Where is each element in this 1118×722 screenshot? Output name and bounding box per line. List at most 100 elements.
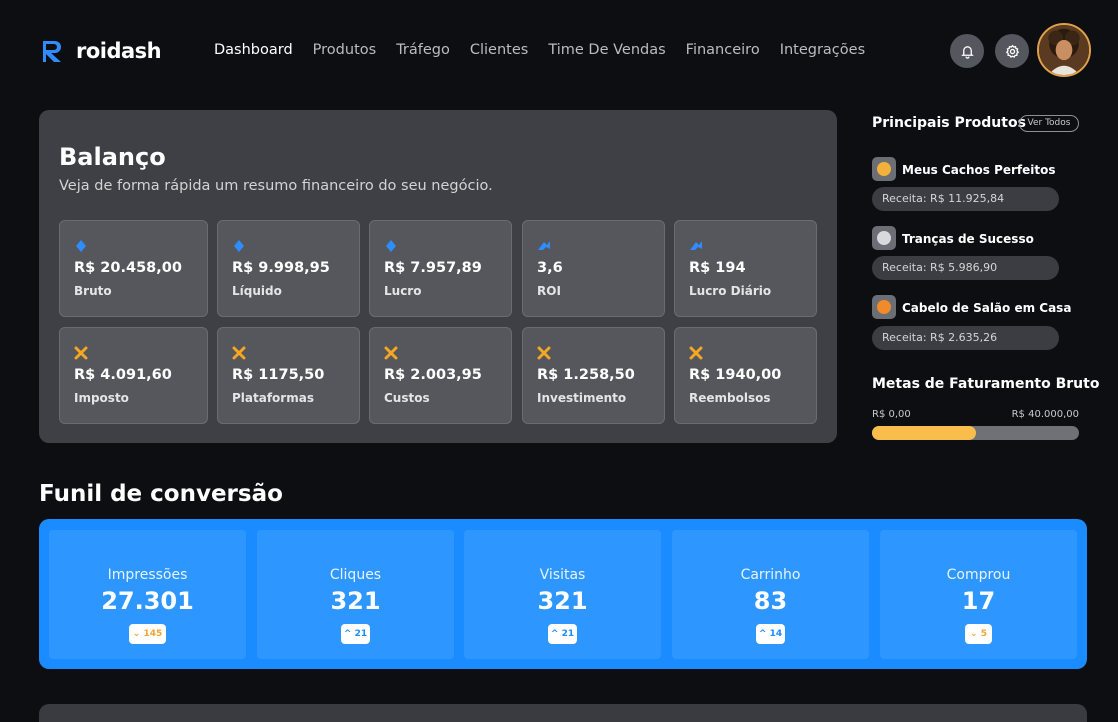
orange-x-icon bbox=[74, 346, 88, 360]
brand-name: roidash bbox=[76, 39, 162, 63]
stat-value: R$ 1.258,50 bbox=[537, 367, 635, 383]
stat-card-reembolsos[interactable]: R$ 1940,00 Reembolsos bbox=[674, 327, 817, 424]
nav-dashboard[interactable]: Dashboard bbox=[214, 42, 293, 58]
blue-diamond-icon bbox=[386, 240, 396, 252]
badge-count: 5 bbox=[980, 629, 987, 639]
funnel-label: Carrinho bbox=[740, 567, 801, 583]
nav-integracoes[interactable]: Integrações bbox=[780, 42, 865, 58]
product-thumbnail bbox=[872, 157, 896, 181]
see-all-button[interactable]: Ver Todos bbox=[1019, 115, 1079, 132]
stat-value: R$ 1940,00 bbox=[689, 367, 782, 383]
stat-label: ROI bbox=[537, 284, 561, 298]
product-revenue: Receita: R$ 11.925,84 bbox=[872, 187, 1059, 211]
funnel-stage-impressoes[interactable]: Impressões 27.301 ⌄ 145 bbox=[49, 530, 246, 659]
stat-card-plataformas[interactable]: R$ 1175,50 Plataformas bbox=[217, 327, 360, 424]
stat-value: R$ 1175,50 bbox=[232, 367, 325, 383]
roidash-logo-icon bbox=[43, 41, 61, 62]
stat-card-roi[interactable]: 3,6 ROI bbox=[522, 220, 665, 317]
user-avatar[interactable] bbox=[1037, 23, 1091, 77]
stat-card-bruto[interactable]: R$ 20.458,00 Bruto bbox=[59, 220, 208, 317]
stat-card-imposto[interactable]: R$ 4.091,60 Imposto bbox=[59, 327, 208, 424]
balance-subtitle: Veja de forma rápida um resumo financeir… bbox=[59, 178, 493, 194]
funnel-stage-cliques[interactable]: Cliques 321 ^ 21 bbox=[257, 530, 454, 659]
orange-x-icon bbox=[537, 346, 551, 360]
stat-label: Líquido bbox=[232, 284, 282, 298]
funnel-value: 27.301 bbox=[101, 587, 194, 615]
blue-arrow-icon bbox=[690, 241, 702, 250]
stat-value: R$ 4.091,60 bbox=[74, 367, 172, 383]
stat-label: Plataformas bbox=[232, 391, 314, 405]
orange-x-icon bbox=[689, 346, 703, 360]
bell-icon bbox=[960, 45, 974, 59]
funnel-badge: ^ 21 bbox=[548, 624, 577, 644]
funnel-value: 321 bbox=[537, 587, 588, 615]
nav-financeiro[interactable]: Financeiro bbox=[686, 42, 760, 58]
goal-max: R$ 40.000,00 bbox=[1011, 409, 1079, 420]
stat-card-investimento[interactable]: R$ 1.258,50 Investimento bbox=[522, 327, 665, 424]
user-photo bbox=[1039, 25, 1089, 75]
funnel-value: 17 bbox=[961, 587, 996, 615]
funnel-badge: ^ 21 bbox=[341, 624, 370, 644]
funnel-badge: ^ 14 bbox=[756, 624, 785, 644]
main-nav: Dashboard Produtos Tráfego Clientes Time… bbox=[214, 42, 865, 58]
product-thumbnail bbox=[872, 226, 896, 250]
gear-icon bbox=[1005, 44, 1019, 58]
funnel-stage-carrinho[interactable]: Carrinho 83 ^ 14 bbox=[672, 530, 869, 659]
stat-value: 3,6 bbox=[537, 260, 563, 276]
funnel-value: 321 bbox=[330, 587, 381, 615]
nav-time-de-vendas[interactable]: Time De Vendas bbox=[548, 42, 665, 58]
stat-value: R$ 194 bbox=[689, 260, 746, 276]
funnel-label: Impressões bbox=[107, 567, 188, 583]
product-name[interactable]: Meus Cachos Perfeitos bbox=[902, 163, 1056, 177]
notifications-button[interactable] bbox=[950, 34, 984, 68]
stat-label: Imposto bbox=[74, 391, 129, 405]
stat-card-custos[interactable]: R$ 2.003,95 Custos bbox=[369, 327, 512, 424]
goal-title: Metas de Faturamento Bruto bbox=[872, 376, 1100, 392]
badge-count: 21 bbox=[354, 629, 368, 639]
balance-title: Balanço bbox=[59, 143, 166, 171]
funnel-label: Visitas bbox=[539, 567, 586, 583]
badge-count: 14 bbox=[769, 629, 783, 639]
balance-panel: Balanço Veja de forma rápida um resumo f… bbox=[39, 110, 837, 443]
top-products-title: Principais Produtos bbox=[872, 115, 1026, 131]
funnel-stage-comprou[interactable]: Comprou 17 ⌄ 5 bbox=[880, 530, 1077, 659]
conversion-funnel: Impressões 27.301 ⌄ 145 Cliques 321 ^ 21… bbox=[39, 519, 1087, 669]
stat-label: Custos bbox=[384, 391, 430, 405]
settings-button[interactable] bbox=[995, 34, 1029, 68]
product-image-icon bbox=[877, 231, 891, 245]
funnel-label: Cliques bbox=[329, 567, 382, 583]
stat-label: Lucro bbox=[384, 284, 422, 298]
stat-card-lucro-diario[interactable]: R$ 194 Lucro Diário bbox=[674, 220, 817, 317]
nav-produtos[interactable]: Produtos bbox=[313, 42, 377, 58]
goal-min: R$ 0,00 bbox=[872, 409, 911, 420]
product-image-icon bbox=[877, 162, 891, 176]
funnel-stage-visitas[interactable]: Visitas 321 ^ 21 bbox=[464, 530, 661, 659]
nav-clientes[interactable]: Clientes bbox=[470, 42, 528, 58]
funnel-value: 83 bbox=[753, 587, 788, 615]
nav-trafego[interactable]: Tráfego bbox=[396, 42, 450, 58]
orange-x-icon bbox=[384, 346, 398, 360]
stat-label: Lucro Diário bbox=[689, 284, 772, 298]
stat-label: Bruto bbox=[74, 284, 112, 298]
funnel-badge: ⌄ 145 bbox=[129, 624, 166, 644]
blue-arrow-icon bbox=[538, 241, 550, 250]
funnel-label: Comprou bbox=[946, 567, 1011, 583]
stat-card-liquido[interactable]: R$ 9.998,95 Líquido bbox=[217, 220, 360, 317]
product-revenue: Receita: R$ 5.986,90 bbox=[872, 256, 1059, 280]
product-name[interactable]: Tranças de Sucesso bbox=[902, 232, 1034, 246]
stat-value: R$ 2.003,95 bbox=[384, 367, 482, 383]
badge-count: 145 bbox=[143, 629, 163, 639]
blue-diamond-icon bbox=[234, 240, 244, 252]
stat-card-lucro[interactable]: R$ 7.957,89 Lucro bbox=[369, 220, 512, 317]
stat-label: Investimento bbox=[537, 391, 627, 405]
next-section-panel bbox=[39, 704, 1087, 722]
funnel-title: Funil de conversão bbox=[39, 481, 283, 507]
orange-x-icon bbox=[232, 346, 246, 360]
product-revenue: Receita: R$ 2.635,26 bbox=[872, 326, 1059, 350]
product-name[interactable]: Cabelo de Salão em Casa bbox=[902, 301, 1071, 315]
badge-count: 21 bbox=[561, 629, 575, 639]
goal-progress-bar bbox=[872, 426, 1079, 440]
brand-logo[interactable]: roidash bbox=[40, 38, 162, 64]
goal-progress-fill bbox=[872, 426, 976, 440]
stat-value: R$ 20.458,00 bbox=[74, 260, 182, 276]
